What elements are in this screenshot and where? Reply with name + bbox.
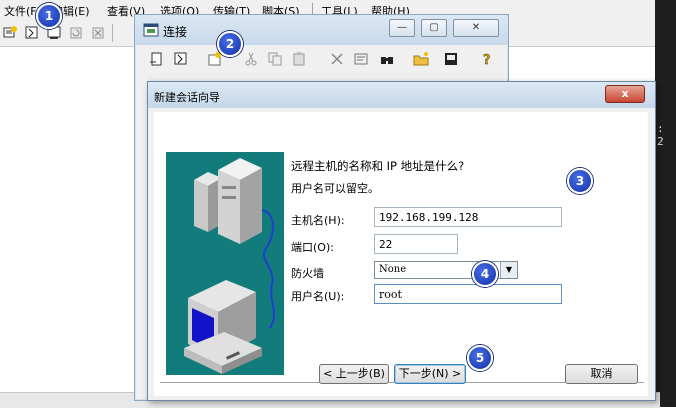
computer-icon: [184, 280, 262, 374]
username-field[interactable]: root: [374, 284, 562, 304]
session-options-icon[interactable]: [443, 51, 459, 67]
quick-connect-icon[interactable]: [24, 25, 40, 41]
disconnect-icon[interactable]: [90, 25, 106, 41]
connect-icon[interactable]: [149, 51, 165, 67]
reconnect-icon[interactable]: [68, 25, 84, 41]
wizard-close-button[interactable]: x: [605, 85, 645, 103]
wizard-subheading: 用户名可以留空。: [291, 182, 379, 195]
back-button[interactable]: < 上一步(B): [319, 364, 389, 384]
maximize-button[interactable]: ▢: [421, 19, 447, 37]
wizard-title-bar: 新建会话向导 x: [148, 82, 655, 108]
annotation-badge: 3: [567, 168, 593, 194]
new-folder-icon[interactable]: [413, 51, 429, 67]
connect-toolbar: ?: [139, 47, 504, 71]
new-session-wizard: 新建会话向导 x 远程主机的名称和 IP 地址是什么? 用户名可以留空。 主机名…: [147, 81, 656, 401]
quick-connect-icon[interactable]: [173, 51, 189, 67]
connect-icon[interactable]: [2, 25, 18, 41]
connect-window-title: 连接: [163, 25, 188, 39]
wizard-heading: 远程主机的名称和 IP 地址是什么?: [291, 159, 465, 173]
toolbar-separator: [112, 24, 113, 42]
annotation-badge: 4: [472, 261, 498, 287]
chevron-down-icon[interactable]: ▼: [500, 262, 517, 278]
connect-title-bar: 连接 — ▢ ✕: [135, 15, 508, 45]
firewall-select-value: None: [379, 264, 407, 275]
close-connect-button[interactable]: ✕: [453, 19, 499, 37]
firewall-label: 防火墙: [291, 267, 324, 280]
server-computer-illustration: [184, 158, 275, 374]
annotation-badge: 2: [217, 31, 243, 57]
network-cable: [261, 209, 275, 329]
wizard-title: 新建会话向导: [154, 91, 220, 104]
annotation-badge: 5: [467, 345, 493, 371]
cut-icon[interactable]: [243, 51, 259, 67]
window-icon: [143, 23, 159, 37]
wizard-body: 远程主机的名称和 IP 地址是什么? 用户名可以留空。 主机名(H): 192.…: [154, 112, 648, 396]
terminal-background: : 2: [655, 0, 676, 407]
hostname-field[interactable]: 192.168.199.128: [374, 207, 562, 227]
help-icon[interactable]: ?: [479, 51, 495, 67]
find-icon[interactable]: [379, 51, 395, 67]
port-field[interactable]: 22: [374, 234, 458, 254]
terminal-text: : 2: [657, 122, 664, 148]
svg-text:?: ?: [483, 53, 491, 67]
properties-icon[interactable]: [353, 51, 369, 67]
copy-icon[interactable]: [267, 51, 283, 67]
delete-icon[interactable]: [329, 51, 345, 67]
next-button[interactable]: 下一步(N) >: [394, 364, 466, 384]
port-label: 端口(O):: [291, 241, 334, 254]
server-icon: [194, 158, 262, 244]
cancel-button[interactable]: 取消: [565, 364, 638, 384]
hostname-label: 主机名(H):: [291, 214, 345, 227]
username-label: 用户名(U):: [291, 290, 345, 303]
paste-icon[interactable]: [291, 51, 307, 67]
annotation-badge: 1: [36, 3, 62, 29]
minimize-button[interactable]: —: [389, 19, 415, 37]
wizard-illustration: [166, 152, 284, 375]
